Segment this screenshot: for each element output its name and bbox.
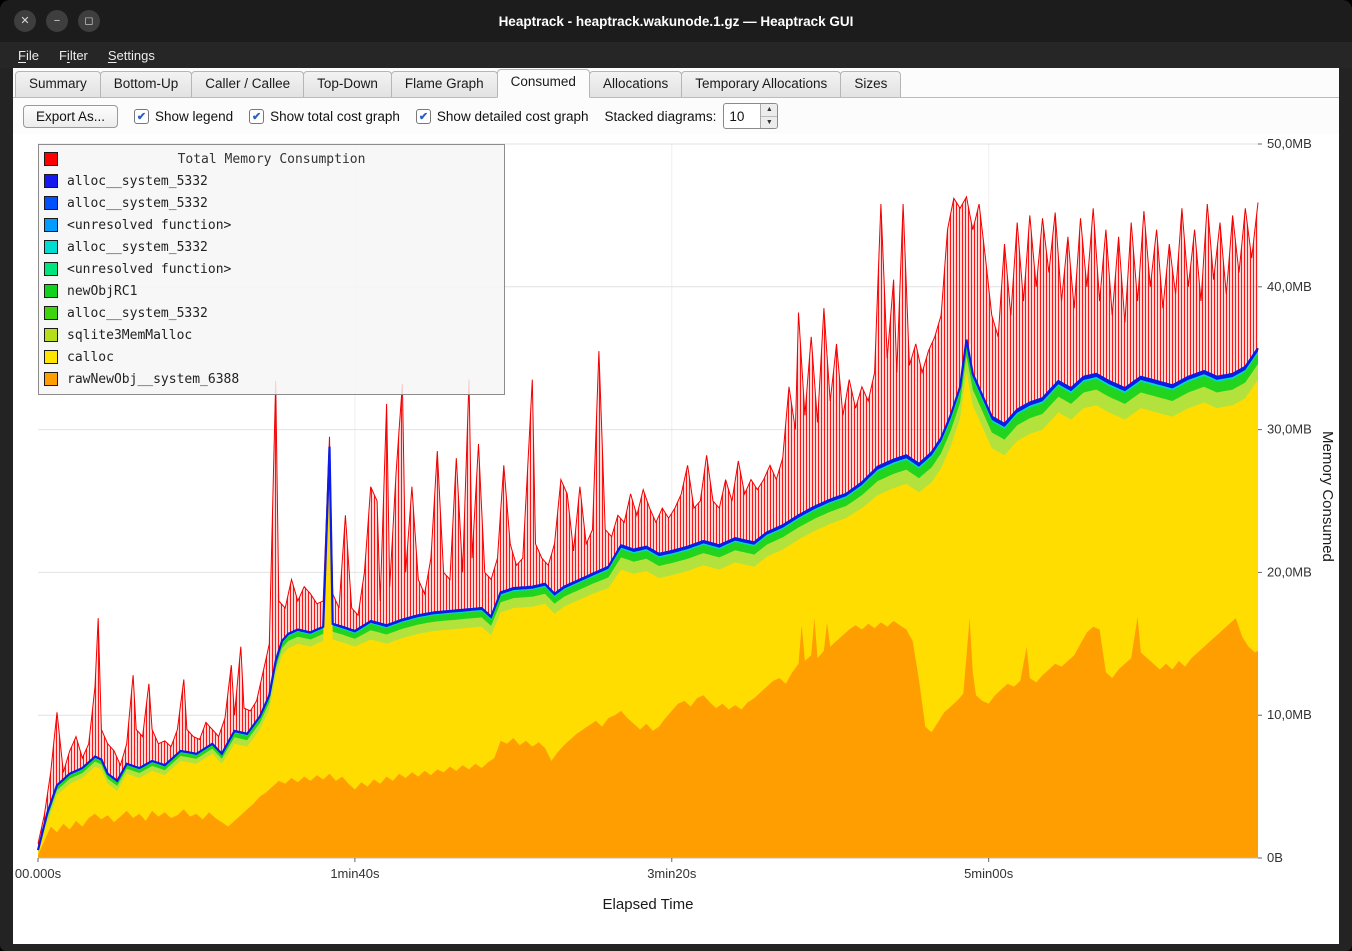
legend-items: alloc__system_5332 alloc__system_5332 <unr… (39, 170, 504, 390)
legend-swatch-total (44, 152, 58, 166)
legend-swatch (44, 174, 58, 188)
titlebar[interactable]: ✕ − ◻ Heaptrack - heaptrack.wakunode.1.gz … (0, 0, 1352, 42)
heaptrack-window: ✕ − ◻ Heaptrack - heaptrack.wakunode.1.gz … (0, 0, 1352, 951)
stacked-diagrams-label: Stacked diagrams: (605, 109, 717, 124)
tab-sizes[interactable]: Sizes (840, 71, 901, 97)
checkbox-check-icon: ✔ (416, 109, 431, 124)
spinner-down-button[interactable]: ▼ (761, 117, 777, 129)
y-axis-title: Memory Consumed (1319, 431, 1336, 562)
legend-item-label: <unresolved function> (67, 262, 231, 277)
checkbox-group: ✔ Show legend ✔ Show total cost graph ✔ Show … (134, 109, 589, 124)
tab-allocations[interactable]: Allocations (589, 71, 682, 97)
y-tick-label: 20,0MB (1267, 564, 1312, 579)
legend-item-label: alloc__system_5332 (67, 196, 208, 211)
minimize-icon: − (54, 16, 60, 27)
x-tick-label: 00.000s (15, 866, 62, 881)
tab-caller-callee[interactable]: Caller / Callee (191, 71, 304, 97)
tab-bar: SummaryBottom-UpCaller / CalleeTop-DownF… (13, 68, 1339, 98)
legend-swatch (44, 284, 58, 298)
legend-swatch (44, 240, 58, 254)
legend-swatch (44, 372, 58, 386)
legend-item-label: alloc__system_5332 (67, 240, 208, 255)
show-detailed-cost-graph-checkbox[interactable]: ✔ Show detailed cost graph (416, 109, 589, 124)
legend-swatch (44, 196, 58, 210)
window-controls: ✕ − ◻ (14, 0, 100, 42)
legend-item-label: sqlite3MemMalloc (67, 328, 192, 343)
legend-item: alloc__system_5332 (39, 302, 504, 324)
legend-item-label: newObjRC1 (67, 284, 137, 299)
stacked-diagrams-value[interactable]: 10 (724, 104, 760, 128)
legend-title: Total Memory Consumption (58, 152, 485, 167)
x-tick-label: 3min20s (647, 866, 697, 881)
tab-consumed[interactable]: Consumed (497, 69, 590, 98)
window-title: Heaptrack - heaptrack.wakunode.1.gz — He… (0, 14, 1352, 29)
spinner-up-button[interactable]: ▲ (761, 104, 777, 117)
legend-item: <unresolved function> (39, 214, 504, 236)
stacked-diagrams-spinner[interactable]: 10 ▲ ▼ (723, 103, 778, 129)
chart-view[interactable]: 00.000s 1min40s 3min20s 5min00s 0B 10,0MB 20,0… (13, 134, 1339, 944)
maximize-icon: ◻ (84, 16, 93, 27)
tab-flame-graph[interactable]: Flame Graph (391, 71, 498, 97)
legend-item: rawNewObj__system_6388 (39, 368, 504, 390)
legend-swatch (44, 350, 58, 364)
legend-item: alloc__system_5332 (39, 236, 504, 258)
checkbox-label: Show detailed cost graph (437, 109, 589, 124)
close-icon: ✕ (20, 16, 29, 27)
show-legend-checkbox[interactable]: ✔ Show legend (134, 109, 233, 124)
legend-item: alloc__system_5332 (39, 170, 504, 192)
chart-legend: Total Memory Consumption alloc__system_5… (38, 144, 505, 395)
export-as-button[interactable]: Export As... (23, 105, 118, 128)
legend-item-label: <unresolved function> (67, 218, 231, 233)
legend-item-label: alloc__system_5332 (67, 306, 208, 321)
tab-top-down[interactable]: Top-Down (303, 71, 392, 97)
y-tick-label: 0B (1267, 850, 1283, 865)
stacked-diagrams-control: Stacked diagrams: 10 ▲ ▼ (605, 103, 779, 129)
y-tick-label: 50,0MB (1267, 136, 1312, 151)
legend-swatch (44, 262, 58, 276)
main-content: SummaryBottom-UpCaller / CalleeTop-DownF… (13, 68, 1339, 944)
menubar: FileFilterSettings (0, 42, 1352, 68)
legend-swatch (44, 218, 58, 232)
tab-bottom-up[interactable]: Bottom-Up (100, 71, 193, 97)
legend-item: sqlite3MemMalloc (39, 324, 504, 346)
menu-file[interactable]: File (10, 45, 47, 66)
y-tick-label: 40,0MB (1267, 279, 1312, 294)
close-button[interactable]: ✕ (14, 10, 36, 32)
menu-settings[interactable]: Settings (100, 45, 163, 66)
legend-item: <unresolved function> (39, 258, 504, 280)
legend-item: calloc (39, 346, 504, 368)
legend-swatch (44, 306, 58, 320)
tab-summary[interactable]: Summary (15, 71, 101, 97)
x-axis-title: Elapsed Time (13, 896, 1283, 913)
menu-filter[interactable]: Filter (51, 45, 96, 66)
legend-item-label: alloc__system_5332 (67, 174, 208, 189)
legend-item: newObjRC1 (39, 280, 504, 302)
legend-title-row: Total Memory Consumption (39, 148, 504, 170)
toolbar: Export As... ✔ Show legend ✔ Show total cos… (13, 98, 1339, 134)
tab-temporary-allocations[interactable]: Temporary Allocations (681, 71, 841, 97)
legend-item: alloc__system_5332 (39, 192, 504, 214)
minimize-button[interactable]: − (46, 10, 68, 32)
y-tick-label: 10,0MB (1267, 707, 1312, 722)
x-tick-label: 1min40s (330, 866, 380, 881)
checkbox-label: Show total cost graph (270, 109, 400, 124)
x-tick-label: 5min00s (964, 866, 1014, 881)
legend-item-label: rawNewObj__system_6388 (67, 372, 239, 387)
y-tick-label: 30,0MB (1267, 422, 1312, 437)
spinner-buttons: ▲ ▼ (760, 104, 777, 128)
checkbox-check-icon: ✔ (134, 109, 149, 124)
checkbox-label: Show legend (155, 109, 233, 124)
checkbox-check-icon: ✔ (249, 109, 264, 124)
maximize-button[interactable]: ◻ (78, 10, 100, 32)
show-total-cost-graph-checkbox[interactable]: ✔ Show total cost graph (249, 109, 400, 124)
legend-swatch (44, 328, 58, 342)
legend-item-label: calloc (67, 350, 114, 365)
